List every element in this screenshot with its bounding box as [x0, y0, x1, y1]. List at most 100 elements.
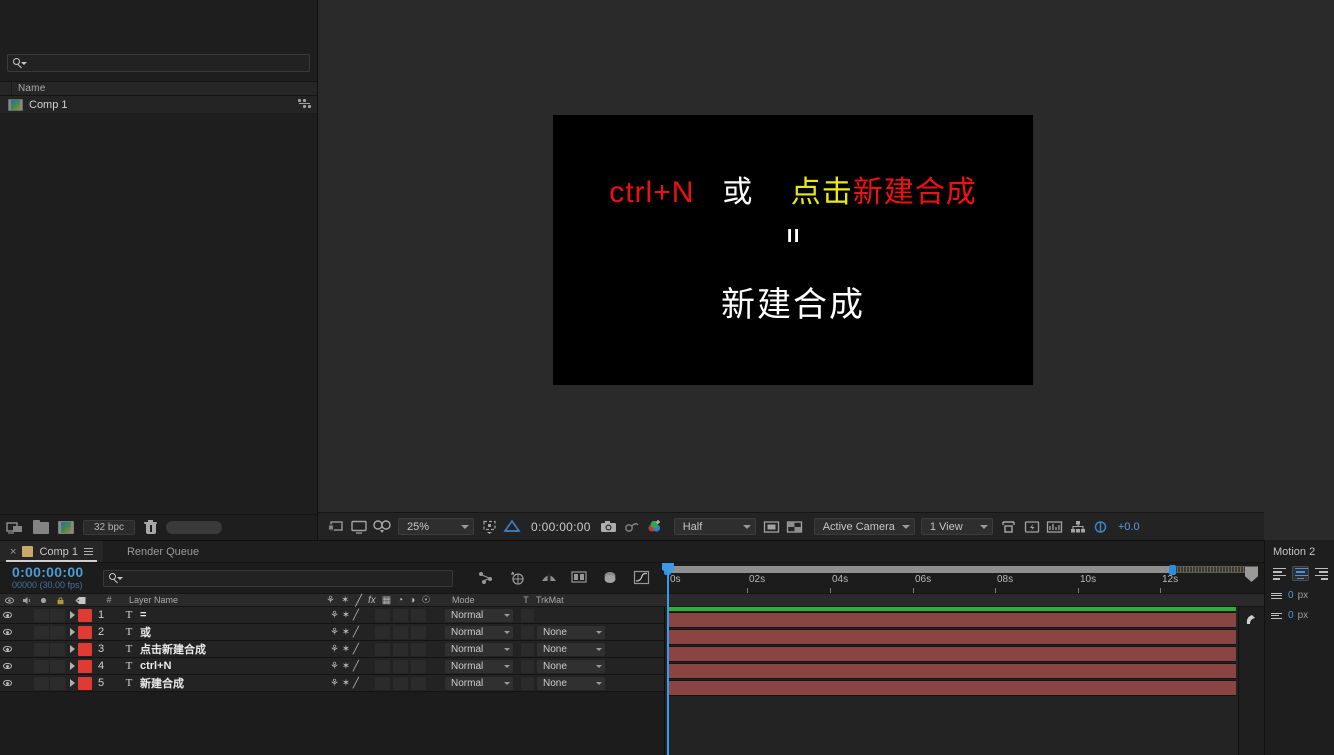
layer-duration-bar[interactable] [667, 646, 1236, 662]
blend-mode-select[interactable]: Normal [445, 608, 513, 622]
indent-right-field[interactable]: 0 px [1265, 601, 1334, 621]
expand-triangle[interactable] [66, 628, 78, 636]
keyframe-nav-icon[interactable] [1245, 613, 1258, 626]
layer-name[interactable]: 新建合成 [140, 675, 330, 691]
show-snapshot-icon[interactable] [622, 518, 642, 536]
lock-toggle[interactable] [50, 676, 65, 690]
layer-visibility-toggle[interactable] [0, 629, 14, 635]
solo-toggle[interactable] [34, 642, 49, 656]
mode-column-header[interactable]: Mode [446, 595, 516, 605]
track-matte-select[interactable]: None [537, 676, 605, 690]
lock-toggle[interactable] [50, 608, 65, 622]
layer-switch-boxes[interactable] [375, 659, 445, 673]
layer-color-swatch[interactable] [78, 608, 92, 622]
indent-left-field[interactable]: 0 px [1265, 581, 1334, 601]
close-icon[interactable]: × [10, 546, 16, 558]
timeline-search-input[interactable] [103, 569, 453, 587]
region-of-interest-icon[interactable] [479, 518, 499, 536]
lock-toggle[interactable] [50, 659, 65, 673]
solo-toggle[interactable] [34, 625, 49, 639]
layer-name-column-header[interactable]: Layer Name [121, 595, 326, 605]
viewer-timecode[interactable]: 0:00:00:00 [531, 520, 591, 534]
table-row[interactable]: 5 T 新建合成 ⚘ ✶ ╱ Normal None [0, 675, 664, 692]
camera-select[interactable]: Active Camera [813, 518, 915, 535]
exposure-value[interactable]: +0.0 [1118, 521, 1140, 533]
layer-switch-boxes[interactable] [375, 608, 445, 622]
channel-icon[interactable] [645, 518, 665, 536]
new-composition-icon[interactable] [58, 521, 74, 534]
reset-exposure-icon[interactable] [1091, 518, 1111, 536]
blend-mode-select[interactable]: Normal [445, 625, 513, 639]
fast-previews-icon[interactable] [1022, 518, 1042, 536]
trash-icon[interactable] [144, 519, 157, 535]
layer-name[interactable]: 点击新建合成 [140, 641, 330, 657]
solo-toggle[interactable] [34, 608, 49, 622]
list-item[interactable]: Comp 1 [0, 96, 317, 114]
layer-duration-bar[interactable] [667, 663, 1236, 679]
layer-switches[interactable]: ⚘ ✶ ╱ [330, 610, 375, 621]
project-footer-pill[interactable] [166, 521, 222, 534]
work-area-span[interactable] [668, 566, 1170, 573]
preserve-transparency-toggle[interactable] [517, 625, 537, 639]
timeline-graph-area[interactable] [662, 563, 1264, 755]
preserve-transparency-toggle[interactable] [517, 659, 537, 673]
timeline-ruler-icon[interactable] [1045, 518, 1065, 536]
align-right-icon[interactable] [1313, 566, 1330, 581]
track-matte-select[interactable]: None [537, 642, 605, 656]
layer-duration-bar[interactable] [667, 629, 1236, 645]
comp-flowchart-icon[interactable] [1068, 518, 1088, 536]
solo-toggle[interactable] [34, 659, 49, 673]
new-folder-icon[interactable] [33, 519, 49, 534]
layer-duration-bar[interactable] [667, 612, 1236, 628]
brainstorm-icon[interactable] [571, 570, 588, 586]
layer-visibility-toggle[interactable] [0, 680, 14, 686]
layer-visibility-toggle[interactable] [0, 612, 14, 618]
preserve-transparency-toggle[interactable] [517, 676, 537, 690]
main-viewer-icon[interactable] [349, 518, 369, 536]
3d-glasses-icon[interactable] [372, 518, 392, 536]
align-left-icon[interactable] [1271, 566, 1288, 581]
column-name-label[interactable]: Name [12, 83, 45, 94]
solo-toggle[interactable] [34, 676, 49, 690]
grid-guides-icon[interactable] [785, 518, 805, 536]
time-ruler[interactable]: 0s 02s 04s 06s 08s 10s 12s [664, 563, 1264, 593]
preserve-transparency-toggle[interactable] [517, 608, 537, 622]
tab-render-queue[interactable]: Render Queue [103, 541, 209, 562]
trkmat-column-header[interactable]: TrkMat [536, 595, 596, 605]
expand-triangle[interactable] [66, 645, 78, 653]
align-center-icon[interactable] [1292, 566, 1309, 581]
layer-color-swatch[interactable] [78, 659, 92, 673]
table-row[interactable]: 1 T = ⚘ ✶ ╱ Normal [0, 607, 664, 624]
expand-triangle[interactable] [66, 662, 78, 670]
track-matte-select[interactable]: None [537, 659, 605, 673]
table-row[interactable]: 2 T 或 ⚘ ✶ ╱ Normal None [0, 624, 664, 641]
shy-icon[interactable] [478, 570, 495, 586]
layer-visibility-toggle[interactable] [0, 646, 14, 652]
table-row[interactable]: 4 T ctrl+N ⚘ ✶ ╱ Normal None [0, 658, 664, 675]
layer-name[interactable]: 或 [140, 624, 330, 640]
work-area-bar[interactable] [664, 565, 1264, 575]
layer-duration-bar[interactable] [667, 680, 1236, 696]
interpret-footage-icon[interactable] [6, 520, 24, 535]
view-layout-select[interactable]: 1 View [920, 518, 993, 535]
layer-switches[interactable]: ⚘ ✶ ╱ [330, 627, 375, 638]
expand-triangle[interactable] [66, 611, 78, 619]
layer-switch-boxes[interactable] [375, 642, 445, 656]
t-column-header[interactable]: T [516, 595, 536, 605]
layer-switches[interactable]: ⚘ ✶ ╱ [330, 678, 375, 689]
blend-mode-select[interactable]: Normal [445, 642, 513, 656]
zoom-level-select[interactable]: 25% [398, 518, 474, 535]
track-matte-select[interactable]: None [537, 625, 605, 639]
blend-mode-select[interactable]: Normal [445, 676, 513, 690]
table-row[interactable]: 3 T 点击新建合成 ⚘ ✶ ╱ Normal None [0, 641, 664, 658]
layer-color-swatch[interactable] [78, 676, 92, 690]
tab-comp-1[interactable]: × Comp 1 [0, 541, 103, 562]
layer-name[interactable]: = [140, 609, 330, 621]
lock-toggle[interactable] [50, 642, 65, 656]
mask-visibility-icon[interactable] [762, 518, 782, 536]
transparency-grid-icon[interactable] [502, 518, 522, 536]
layer-name[interactable]: ctrl+N [140, 660, 330, 672]
preserve-transparency-toggle[interactable] [517, 642, 537, 656]
layer-color-swatch[interactable] [78, 642, 92, 656]
layer-color-swatch[interactable] [78, 625, 92, 639]
